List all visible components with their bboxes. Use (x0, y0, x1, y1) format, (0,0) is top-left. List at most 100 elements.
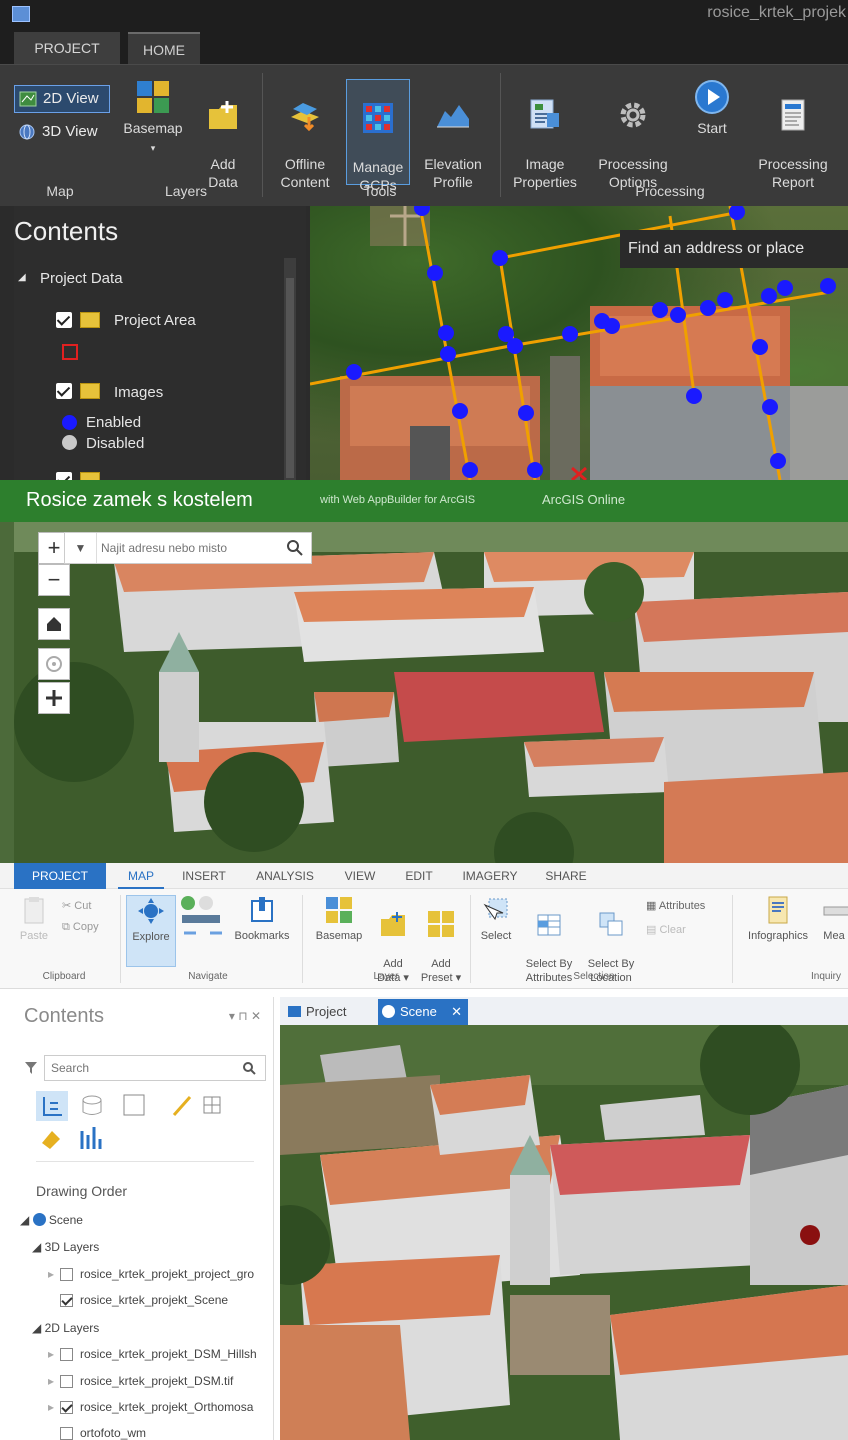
processing-options-button[interactable]: Processing Options (592, 79, 674, 191)
pane-controls[interactable]: ▾ ⊓ ✕ (229, 1009, 261, 1023)
contents-pane: Contents ◢ Project Data Project Area Ima… (14, 206, 306, 480)
image-properties-label: Image Properties (513, 156, 577, 190)
disabled-label: Disabled (86, 435, 145, 452)
clear-label: Clear (659, 924, 686, 936)
compass-icon (46, 656, 62, 672)
pro-scene-view[interactable] (280, 1025, 848, 1440)
layer-checkbox[interactable] (60, 1348, 73, 1361)
tab-view[interactable]: VIEW (336, 863, 384, 889)
layer-project-gro[interactable]: rosice_krtek_projekt_project_gro (80, 1267, 254, 1281)
clear-button[interactable]: ▤ Clear (646, 923, 686, 936)
project-area-label[interactable]: Project Area (114, 312, 196, 329)
web-search-input[interactable] (101, 537, 281, 559)
scene-tab-label: Scene (400, 1004, 437, 1019)
navigate-tools-icon[interactable] (180, 895, 224, 941)
layer-checkbox[interactable] (60, 1268, 73, 1281)
expand-arrow-icon[interactable]: ▸ (48, 1267, 54, 1281)
basemap-button[interactable]: Basemap (310, 895, 368, 943)
group-navigate-label: Navigate (188, 971, 228, 982)
layers-2d-node[interactable]: ◢ 2D Layers (32, 1321, 99, 1335)
chevron-down-icon: ▾ (150, 143, 156, 153)
filter-icon[interactable] (24, 1061, 38, 1075)
group-selection-label: Selection (573, 971, 615, 982)
explore-button[interactable]: Explore (126, 895, 176, 967)
start-button[interactable]: Start (688, 79, 736, 137)
layer-checkbox[interactable] (60, 1375, 73, 1388)
search-icon[interactable] (241, 1060, 257, 1076)
arcgis-online-link[interactable]: ArcGIS Online (542, 492, 625, 507)
layer-checkbox[interactable] (60, 1427, 73, 1440)
layer-checkbox-partial[interactable] (56, 472, 72, 480)
select-button[interactable]: Select (476, 895, 516, 943)
search-icon[interactable] (285, 538, 305, 558)
project-data-label[interactable]: Project Data (40, 270, 123, 287)
tab-insert[interactable]: INSERT (174, 863, 234, 889)
group-clipboard-label: Clipboard (42, 971, 86, 982)
layer-orthomosaic[interactable]: rosice_krtek_projekt_Orthomosa (80, 1400, 253, 1414)
project-view-tab[interactable]: Project (284, 999, 376, 1025)
tab-map[interactable]: MAP (118, 863, 164, 889)
home-button[interactable] (38, 608, 70, 640)
layers-3d-node[interactable]: ◢ 3D Layers (32, 1240, 99, 1254)
tab-share[interactable]: SHARE (538, 863, 594, 889)
map-view[interactable]: Find an address or place (310, 206, 848, 480)
bookmarks-button[interactable]: Bookmarks (228, 895, 296, 943)
image-properties-button[interactable]: Image Properties (508, 79, 582, 191)
layer-checkbox[interactable] (60, 1401, 73, 1414)
tab-analysis[interactable]: ANALYSIS (246, 863, 324, 889)
group-tools-label: Tools (363, 183, 397, 199)
paste-button[interactable]: Paste (16, 895, 52, 943)
zoom-out-button[interactable]: − (38, 564, 70, 596)
expand-triangle-icon[interactable]: ◢ (18, 272, 26, 283)
navigation-button[interactable] (38, 682, 70, 714)
processing-report-button[interactable]: Processing Report (750, 79, 836, 191)
3d-scene-view[interactable]: + − (14, 522, 848, 863)
cut-button[interactable]: ✂ Cut (62, 899, 91, 912)
close-icon[interactable]: ✕ (451, 999, 462, 1025)
layer-scene[interactable]: rosice_krtek_projekt_Scene (80, 1293, 228, 1307)
scene-canvas[interactable] (14, 522, 848, 863)
tab-imagery[interactable]: IMAGERY (452, 863, 528, 889)
cut-label: Cut (74, 900, 92, 912)
images-label[interactable]: Images (114, 384, 163, 401)
infographics-button[interactable]: Infographics (738, 895, 818, 943)
tab-project[interactable]: PROJECT (14, 863, 106, 889)
address-search-box[interactable]: Find an address or place (620, 230, 848, 268)
manage-gcps-button[interactable]: Manage GCPs (346, 79, 410, 193)
scene-node[interactable]: ◢ Scene (20, 1213, 83, 1227)
tab-home[interactable]: HOME (128, 32, 200, 64)
add-data-icon (381, 912, 405, 936)
contents-view-toolbar[interactable] (36, 1091, 236, 1153)
pro-scene-canvas[interactable] (280, 1025, 848, 1440)
expand-arrow-icon[interactable]: ▸ (48, 1347, 54, 1361)
search-source-dropdown[interactable]: ▼ (65, 533, 97, 563)
tab-edit[interactable]: EDIT (396, 863, 442, 889)
layer-dsm-hillshade[interactable]: rosice_krtek_projekt_DSM_Hillsh (80, 1347, 257, 1361)
images-checkbox[interactable] (56, 383, 72, 399)
expand-arrow-icon[interactable]: ▸ (48, 1374, 54, 1388)
view-3d-button[interactable]: 3D View (14, 119, 110, 147)
expand-arrow-icon[interactable]: ▸ (48, 1400, 54, 1414)
scrollbar-thumb[interactable] (286, 278, 294, 478)
contents-scrollbar[interactable] (284, 258, 296, 480)
explore-icon (138, 898, 164, 924)
measure-button[interactable]: Mea (820, 895, 848, 943)
compass-button[interactable] (38, 648, 70, 680)
layer-dsm-tif[interactable]: rosice_krtek_projekt_DSM.tif (80, 1374, 233, 1388)
layer-ortofoto[interactable]: ortofoto_wm (80, 1426, 146, 1440)
project-area-checkbox[interactable] (56, 312, 72, 328)
elevation-profile-button[interactable]: Elevation Profile (416, 79, 490, 191)
offline-content-button[interactable]: Offline Content (272, 79, 338, 191)
app-header: Rosice zamek s kostelem with Web AppBuil… (0, 480, 848, 522)
contents-title: Contents (14, 216, 119, 246)
add-data-button[interactable]: Add Data (196, 79, 250, 191)
attributes-button[interactable]: ▦ Attributes (646, 899, 705, 912)
view-2d-button[interactable]: 2D View (14, 85, 110, 113)
pro-search-input[interactable] (51, 1059, 231, 1077)
tab-project[interactable]: PROJECT (14, 32, 120, 64)
group-inquiry-label: Inquiry (810, 971, 841, 982)
layer-checkbox[interactable] (60, 1294, 73, 1307)
copy-button[interactable]: ⧉ Copy (62, 921, 99, 934)
basemap-button[interactable]: Basemap ▾ (120, 79, 186, 157)
scene-view-tab[interactable]: Scene ✕ (378, 999, 468, 1025)
